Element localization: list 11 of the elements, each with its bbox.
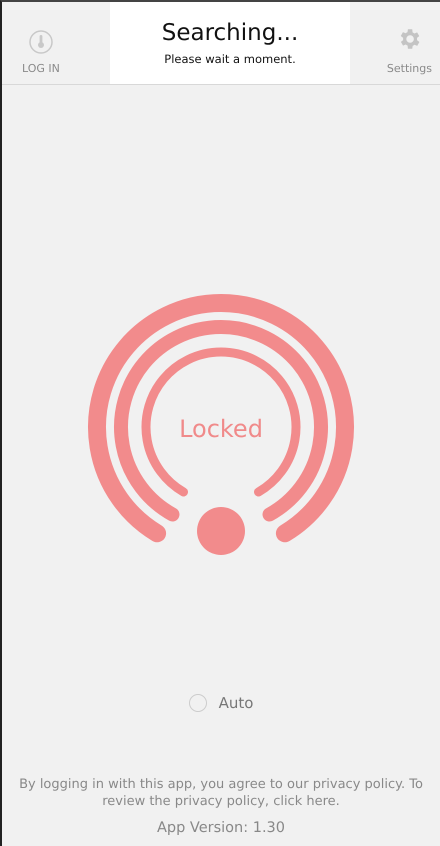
- toast-message: Please wait a moment.: [164, 52, 296, 66]
- lock-dot: [197, 507, 245, 555]
- privacy-notice: By logging in with this app, you agree to our privacy policy. To review the privacy policy, click here.: [18, 776, 424, 810]
- lock-status: Locked: [179, 415, 263, 443]
- privacy-link[interactable]: click here.: [273, 794, 340, 809]
- settings-button[interactable]: Settings: [386, 2, 432, 84]
- auto-label: Auto: [218, 694, 254, 712]
- app-version: App Version: 1.30: [156, 820, 286, 836]
- auto-radio[interactable]: [188, 694, 207, 712]
- toast-title: Searching...: [162, 20, 298, 46]
- login-button[interactable]: LOG IN: [22, 2, 60, 84]
